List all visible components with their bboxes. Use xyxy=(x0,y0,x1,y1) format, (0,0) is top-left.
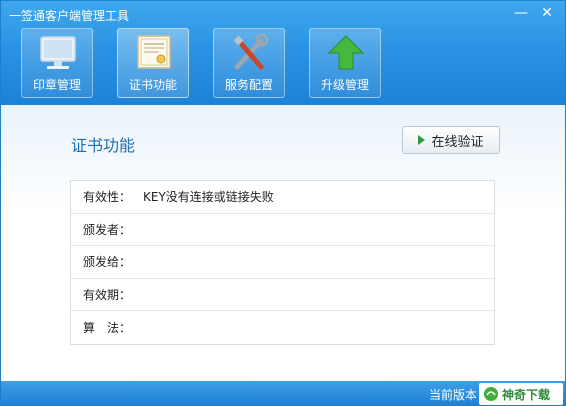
main-content: 证书功能 在线验证 有效性： KEY没有连接或链接失败 颁发者： 颁发给： 有效… xyxy=(1,105,565,381)
main-toolbar: 印章管理 证书功能 服务配置 升级管理 xyxy=(21,28,381,98)
minimize-button[interactable]: — xyxy=(509,3,533,23)
info-row-validity: 有效性： KEY没有连接或链接失败 xyxy=(71,181,494,214)
version-label: 当前版本 xyxy=(429,388,478,402)
field-label: 颁发给： xyxy=(83,255,132,270)
field-label: 有效性： xyxy=(83,190,132,205)
window-controls: — ✕ xyxy=(509,3,559,23)
close-button[interactable]: ✕ xyxy=(535,3,559,23)
section-title: 证书功能 xyxy=(71,136,136,155)
tool-label: 升级管理 xyxy=(320,78,369,92)
online-verify-button[interactable]: 在线验证 xyxy=(402,126,500,154)
brand-text: 神奇下载 xyxy=(502,387,551,402)
upgrade-arrow-icon xyxy=(327,35,365,70)
info-row-issued-to: 颁发给： xyxy=(71,246,494,279)
tool-label: 证书功能 xyxy=(128,78,177,92)
tools-icon xyxy=(233,33,269,70)
brand-logo-icon xyxy=(484,387,498,401)
field-label: 颁发者： xyxy=(83,222,132,237)
info-row-validity-period: 有效期： xyxy=(71,279,494,312)
monitor-icon xyxy=(40,36,76,69)
certificate-icon xyxy=(137,35,171,69)
info-row-algorithm: 算 法： xyxy=(71,311,494,344)
tool-label: 印章管理 xyxy=(32,78,81,92)
tool-seal-management[interactable]: 印章管理 xyxy=(21,28,93,98)
status-bar: 当前版本 神奇下载 xyxy=(1,381,565,405)
tool-upgrade[interactable]: 升级管理 xyxy=(309,28,381,98)
play-icon xyxy=(418,135,426,145)
field-label: 算 法： xyxy=(83,321,132,336)
tool-service-config[interactable]: 服务配置 xyxy=(213,28,285,98)
tool-label: 服务配置 xyxy=(224,78,273,92)
certificate-info-table: 有效性： KEY没有连接或链接失败 颁发者： 颁发给： 有效期： 算 法： xyxy=(70,180,495,345)
field-value: KEY没有连接或链接失败 xyxy=(143,190,274,205)
window-title: 一签通客户端管理工具 xyxy=(9,9,130,23)
verify-button-label: 在线验证 xyxy=(431,134,484,150)
header-bar: 一签通客户端管理工具 — ✕ 印章管理 证书功能 服务配置 升级管理 xyxy=(1,1,565,105)
tool-certificate[interactable]: 证书功能 xyxy=(117,28,189,98)
brand-watermark: 神奇下载 xyxy=(479,383,563,405)
info-row-issuer: 颁发者： xyxy=(71,214,494,247)
field-label: 有效期： xyxy=(83,288,132,303)
app-window: 一签通客户端管理工具 — ✕ 印章管理 证书功能 服务配置 升级管理 证书功能 … xyxy=(0,0,566,406)
